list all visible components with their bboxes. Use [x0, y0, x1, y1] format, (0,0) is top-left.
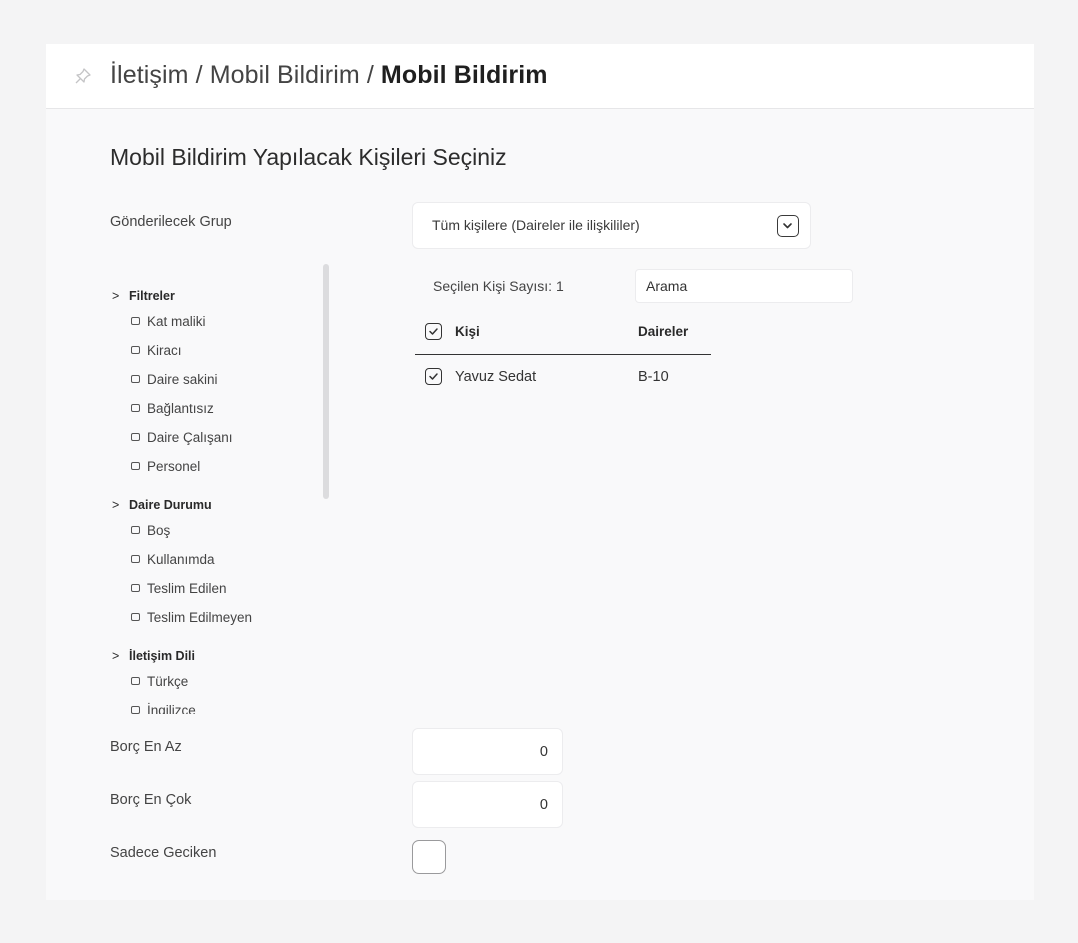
debt-max-label: Borç En Çok	[110, 792, 192, 808]
search-input[interactable]	[635, 269, 853, 303]
debt-min-input[interactable]: 0	[412, 728, 563, 775]
filter-scrollbar[interactable]	[323, 264, 329, 499]
filter-option[interactable]: Kat maliki	[131, 314, 206, 329]
table-header-divider	[415, 354, 711, 355]
page-title: Mobil Bildirim Yapılacak Kişileri Seçini…	[110, 144, 507, 170]
checkbox-icon	[131, 404, 140, 412]
column-header-daireler[interactable]: Daireler	[638, 324, 688, 339]
chevron-down-icon	[777, 215, 799, 237]
checkbox-icon	[131, 375, 140, 383]
checkbox-icon	[131, 346, 140, 354]
late-only-checkbox[interactable]	[412, 840, 446, 874]
checkbox-icon	[131, 677, 140, 685]
debt-min-label: Borç En Az	[110, 739, 182, 755]
checkbox-icon	[131, 706, 140, 714]
table-cell-unit: B-10	[638, 369, 669, 385]
chevron-right-icon: >	[112, 649, 120, 663]
main-card: İletişim / Mobil Bildirim / Mobil Bildir…	[46, 44, 1034, 900]
checkbox-icon	[131, 462, 140, 470]
filter-option[interactable]: Teslim Edilen	[131, 581, 227, 596]
breadcrumb: İletişim / Mobil Bildirim / Mobil Bildir…	[110, 61, 548, 89]
check-icon	[429, 373, 438, 380]
select-all-checkbox[interactable]	[425, 323, 442, 340]
page-header: İletişim / Mobil Bildirim / Mobil Bildir…	[46, 44, 1034, 109]
filter-option[interactable]: Teslim Edilmeyen	[131, 610, 252, 625]
filter-option[interactable]: Personel	[131, 459, 200, 474]
checkbox-icon	[131, 584, 140, 592]
filter-option[interactable]: İngilizce	[131, 703, 196, 714]
filter-option[interactable]: Türkçe	[131, 674, 188, 689]
filter-panel: > Filtreler Kat maliki Kiracı Daire sakin…	[110, 266, 326, 714]
check-icon	[429, 328, 438, 335]
chevron-right-icon: >	[112, 498, 120, 512]
filter-option[interactable]: Bağlantısız	[131, 401, 214, 416]
filter-group-iletisim-dili[interactable]: > İletişim Dili	[112, 649, 195, 663]
group-select[interactable]: Tüm kişilere (Daireler ile ilişkililer)	[412, 202, 811, 249]
filter-option[interactable]: Kullanımda	[131, 552, 215, 567]
pin-icon[interactable]	[73, 66, 93, 86]
checkbox-icon	[131, 613, 140, 621]
late-only-label: Sadece Geciken	[110, 845, 217, 861]
group-label: Gönderilecek Grup	[110, 214, 232, 230]
filter-option[interactable]: Daire Çalışanı	[131, 430, 233, 445]
group-select-value: Tüm kişilere (Daireler ile ilişkililer)	[432, 217, 640, 233]
column-header-kisi[interactable]: Kişi	[455, 324, 480, 339]
checkbox-icon	[131, 317, 140, 325]
filter-group-filtreler[interactable]: > Filtreler	[112, 289, 175, 303]
breadcrumb-current: Mobil Bildirim	[380, 61, 548, 89]
filter-group-daire-durumu[interactable]: > Daire Durumu	[112, 498, 212, 512]
table-cell-person: Yavuz Sedat	[455, 369, 537, 385]
selected-count: Seçilen Kişi Sayısı: 1	[433, 278, 564, 294]
breadcrumb-item-iletisim[interactable]: İletişim	[110, 61, 189, 89]
breadcrumb-item-mobil-bildirim[interactable]: Mobil Bildirim	[210, 61, 360, 89]
checkbox-icon	[131, 555, 140, 563]
chevron-right-icon: >	[112, 289, 120, 303]
filter-option[interactable]: Daire sakini	[131, 372, 218, 387]
filter-option[interactable]: Kiracı	[131, 343, 182, 358]
row-checkbox[interactable]	[425, 368, 442, 385]
debt-max-input[interactable]: 0	[412, 781, 563, 828]
checkbox-icon	[131, 526, 140, 534]
filter-option[interactable]: Boş	[131, 523, 170, 538]
checkbox-icon	[131, 433, 140, 441]
